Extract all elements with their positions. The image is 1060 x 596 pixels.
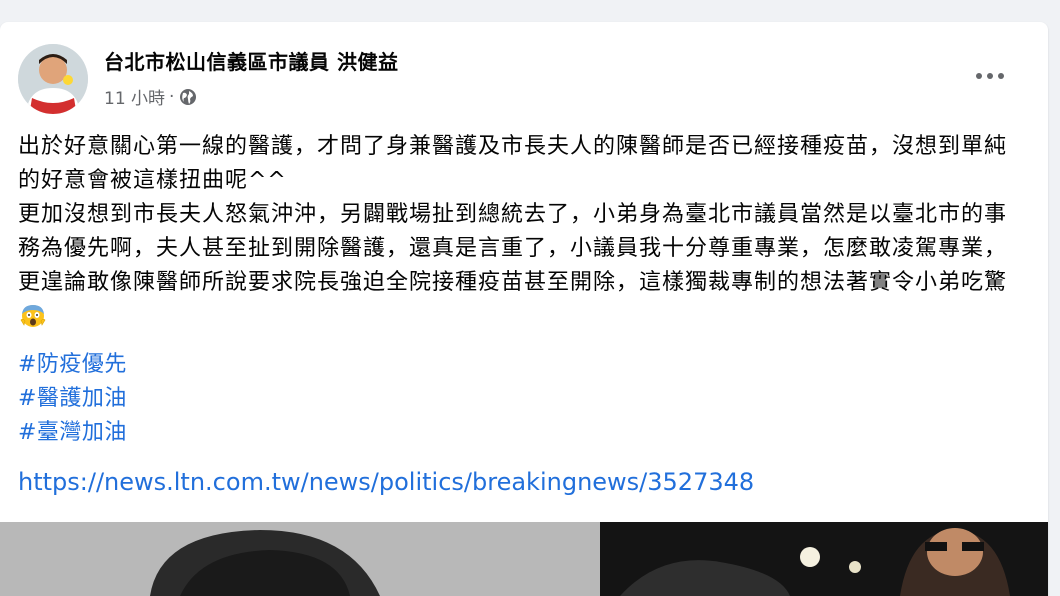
meta-separator: ·: [169, 86, 175, 107]
post-photo[interactable]: [0, 522, 1048, 596]
hashtag-link[interactable]: #醫護加油: [18, 382, 127, 416]
globe-icon[interactable]: [178, 87, 198, 107]
author-avatar[interactable]: [18, 44, 88, 114]
news-link[interactable]: https://news.ltn.com.tw/news/politics/br…: [18, 468, 754, 496]
hashtag-link[interactable]: #臺灣加油: [18, 416, 127, 450]
post-card: 台北市松山信義區市議員 洪健益 11 小時 · 出於好意關心第一線的醫護，才問了…: [0, 22, 1048, 596]
post-paragraph-2-text: 更加沒想到市長夫人怒氣沖沖，另闢戰場扯到總統去了，小弟身為臺北市議員當然是以臺北…: [18, 202, 1008, 295]
author-name[interactable]: 台北市松山信義區市議員 洪健益: [104, 46, 398, 75]
more-options-icon[interactable]: [972, 62, 1008, 90]
hashtag-list: #防疫優先 #醫護加油 #臺灣加油: [18, 348, 127, 450]
post-paragraph-2: 更加沒想到市長夫人怒氣沖沖，另闢戰場扯到總統去了，小弟身為臺北市議員當然是以臺北…: [18, 198, 1028, 334]
post-body: 出於好意關心第一線的醫護，才問了身兼醫護及市長夫人的陳醫師是否已經接種疫苗，沒想…: [18, 130, 1028, 334]
hashtag-link[interactable]: #防疫優先: [18, 348, 127, 382]
post-paragraph-1: 出於好意關心第一線的醫護，才問了身兼醫護及市長夫人的陳醫師是否已經接種疫苗，沒想…: [18, 134, 1008, 193]
scream-emoji-icon: [20, 302, 46, 328]
post-meta: 11 小時 ·: [104, 84, 198, 109]
post-timestamp[interactable]: 11 小時: [104, 84, 165, 109]
